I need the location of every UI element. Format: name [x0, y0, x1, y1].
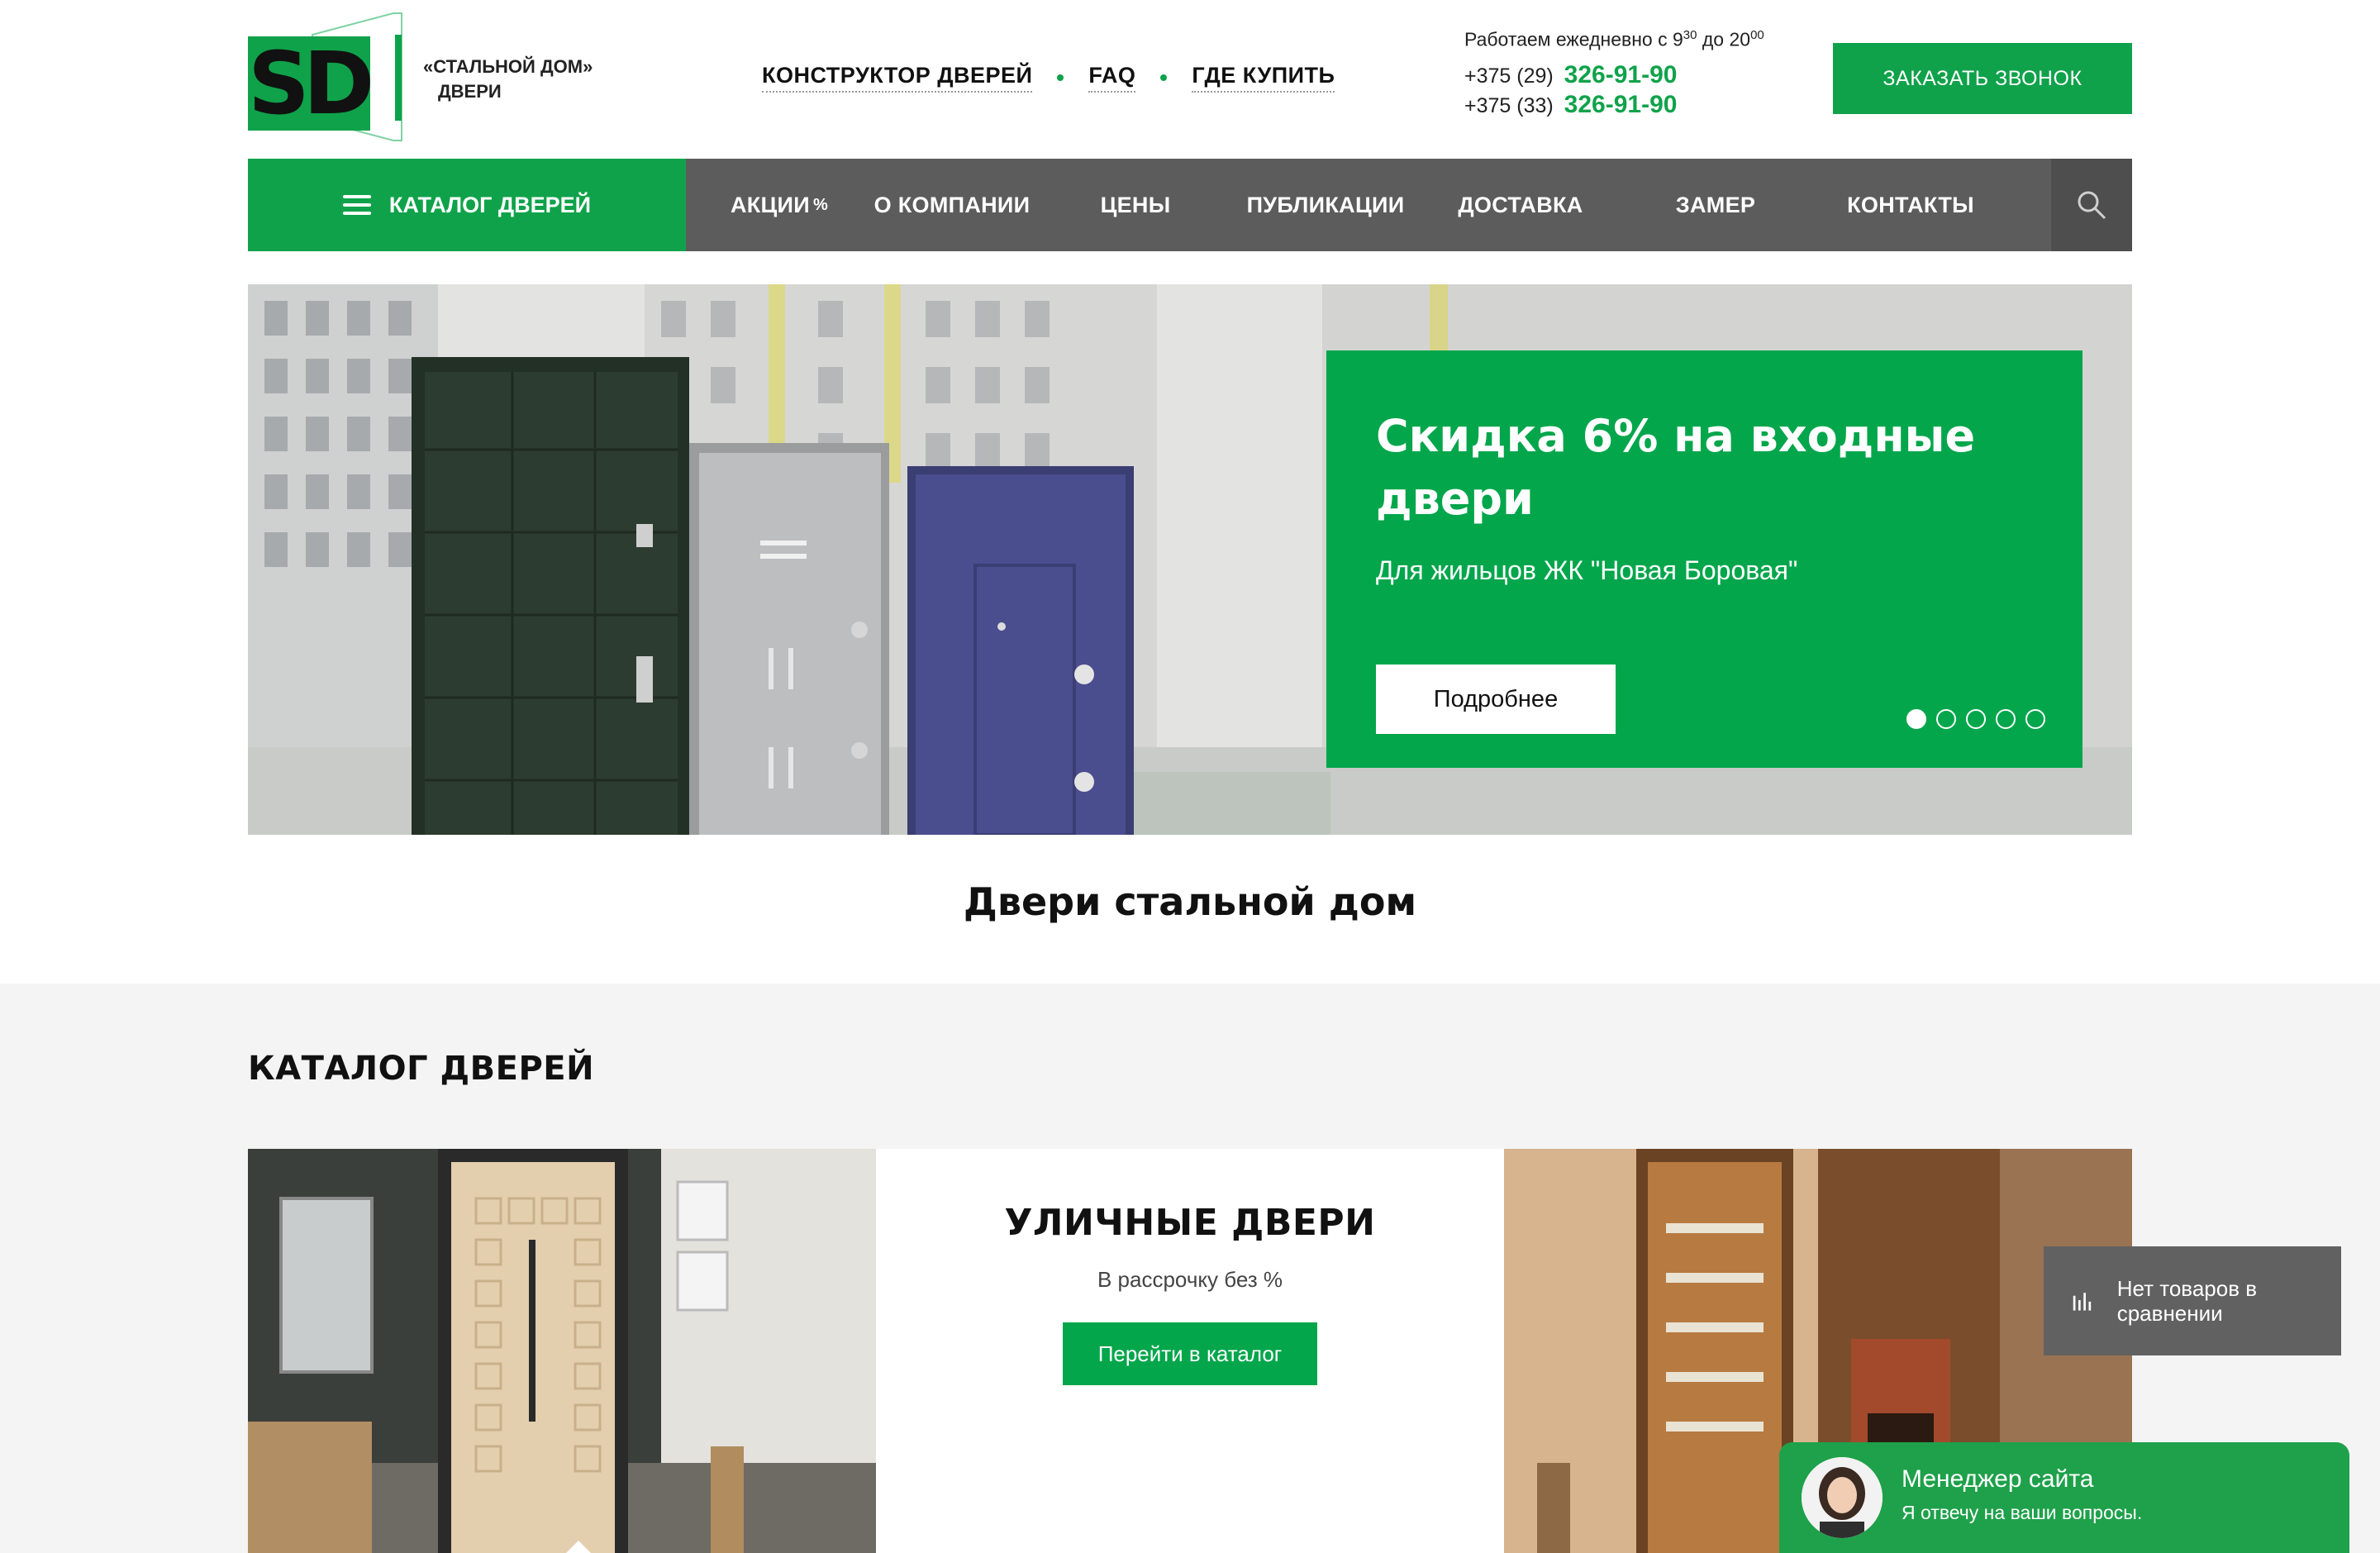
tile-title: УЛИЧНЫЕ ДВЕРИ: [1004, 1202, 1376, 1244]
promo-subtitle: Для жильцов ЖК "Новая Боровая": [1376, 555, 1798, 585]
go-to-catalog-button[interactable]: Перейти в каталог: [1063, 1322, 1317, 1385]
bar-chart-icon: [2073, 1293, 2092, 1311]
chat-title: Менеджер сайта: [1902, 1465, 2094, 1493]
phone-2[interactable]: +375 (33) 326-91-90: [1464, 91, 1677, 119]
nav-item-prices[interactable]: ЦЕНЫ: [1043, 159, 1228, 251]
intro-title: Двери стальной дом: [963, 879, 1417, 924]
phone-code: +375 (33): [1464, 94, 1554, 117]
hours-prefix: Работаем ежедневно с 9: [1464, 28, 1683, 50]
hours-from-minutes: 30: [1683, 28, 1697, 42]
nav-item-measurement[interactable]: ЗАМЕР: [1618, 159, 1813, 251]
search-icon: [2078, 191, 2106, 220]
phone-number: 326-91-90: [1564, 91, 1678, 118]
catalog-tile-street-doors: УЛИЧНЫЕ ДВЕРИ В рассрочку без % Перейти …: [876, 1149, 1504, 1553]
top-links: КОНСТРУКТОР ДВЕРЕЙ FAQ ГДЕ КУПИТЬ: [762, 63, 1335, 93]
manager-photo: [1802, 1457, 1883, 1538]
logo-letters: SD: [248, 33, 374, 134]
logo-company-name: «СТАЛЬНОЙ ДОМ»: [423, 56, 593, 77]
order-call-button[interactable]: ЗАКАЗАТЬ ЗВОНОК: [1833, 43, 2132, 114]
search-button[interactable]: [2051, 159, 2132, 251]
logo-text: «СТАЛЬНОЙ ДОМ» ДВЕРИ: [423, 55, 593, 104]
working-hours: Работаем ежедневно с 930 до 2000: [1464, 28, 1764, 51]
site-logo[interactable]: SD «СТАЛЬНОЙ ДОМ» ДВЕРИ: [248, 12, 628, 144]
chat-widget[interactable]: Менеджер сайта Я отвечу на ваши вопросы.: [1779, 1442, 2349, 1553]
catalog-title: КАТАЛОГ ДВЕРЕЙ: [248, 1050, 595, 1088]
link-where-to-buy[interactable]: ГДЕ КУПИТЬ: [1192, 63, 1335, 93]
slider-dot-5[interactable]: [2025, 709, 2045, 729]
phone-number: 326-91-90: [1564, 61, 1678, 88]
chat-subtitle: Я отвечу на ваши вопросы.: [1902, 1502, 2143, 1523]
slider-dots: [1906, 709, 2045, 729]
slider-dot-4[interactable]: [1996, 709, 2016, 729]
tile-subtitle: В рассрочку без %: [1097, 1267, 1283, 1292]
promo-card: Скидка 6% на входные двери Для жильцов Ж…: [1326, 350, 2082, 768]
more-button[interactable]: Подробнее: [1376, 665, 1616, 734]
hero-slider: Скидка 6% на входные двери Для жильцов Ж…: [248, 284, 2132, 835]
street-door-image: [248, 1149, 876, 1553]
catalog-tile-image-left[interactable]: [248, 1149, 876, 1553]
promo-title: Скидка 6% на входные двери: [1376, 410, 1976, 525]
phone-1[interactable]: +375 (29) 326-91-90: [1464, 61, 1677, 89]
slider-dot-1[interactable]: [1906, 709, 1926, 729]
catalog-menu-button[interactable]: КАТАЛОГ ДВЕРЕЙ: [248, 159, 686, 251]
separator-dot: [1057, 74, 1064, 81]
separator-dot: [1160, 74, 1168, 81]
hours-to-minutes: 00: [1750, 28, 1764, 42]
logo-subtext: ДВЕРИ: [438, 81, 502, 102]
main-nav: КАТАЛОГ ДВЕРЕЙ АКЦИИ% О КОМПАНИИ ЦЕНЫ ПУ…: [248, 159, 2132, 251]
menu-icon: [342, 195, 371, 215]
nav-item-about[interactable]: О КОМПАНИИ: [861, 159, 1043, 251]
link-faq[interactable]: FAQ: [1088, 63, 1136, 93]
compare-widget[interactable]: Нет товаров в сравнении: [2044, 1246, 2341, 1355]
link-door-constructor[interactable]: КОНСТРУКТОР ДВЕРЕЙ: [762, 63, 1033, 93]
nav-label: АКЦИИ: [730, 192, 810, 217]
nav-item-contacts[interactable]: КОНТАКТЫ: [1813, 159, 2008, 251]
slider-dot-3[interactable]: [1966, 709, 1986, 729]
nav-item-promotions[interactable]: АКЦИИ%: [697, 159, 861, 251]
manager-avatar: [1802, 1457, 1883, 1538]
nav-item-publications[interactable]: ПУБЛИКАЦИИ: [1228, 159, 1423, 251]
percent-mark: %: [812, 195, 829, 214]
hours-mid: до 20: [1697, 28, 1751, 50]
nav-item-delivery[interactable]: ДОСТАВКА: [1423, 159, 1618, 251]
phone-code: +375 (29): [1464, 64, 1554, 88]
catalog-menu-label: КАТАЛОГ ДВЕРЕЙ: [388, 192, 592, 217]
slider-dot-2[interactable]: [1936, 709, 1956, 729]
compare-text: Нет товаров в сравнении: [2116, 1276, 2258, 1326]
page: SD «СТАЛЬНОЙ ДОМ» ДВЕРИ КОНСТРУКТОР ДВЕР…: [0, 0, 2380, 1553]
